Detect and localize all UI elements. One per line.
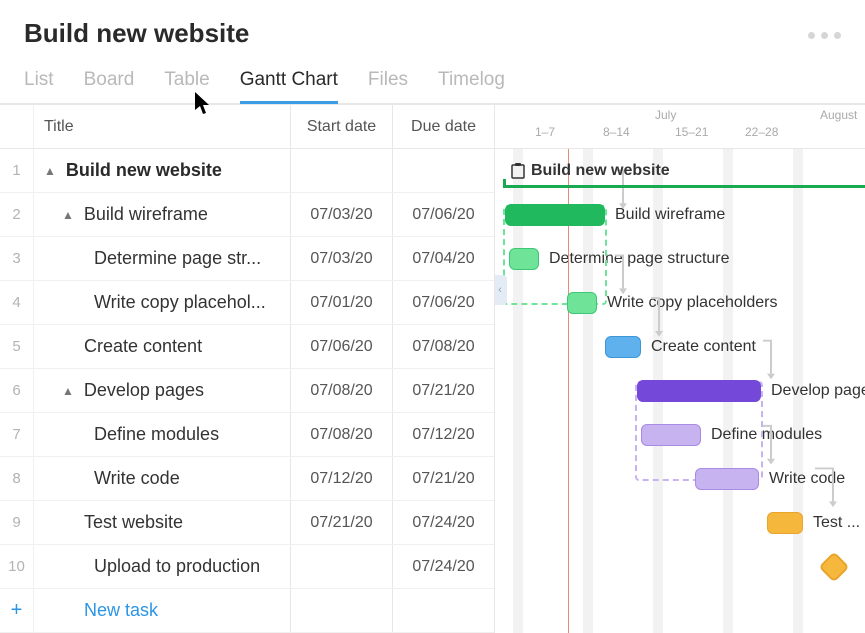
gantt-bar[interactable] (567, 292, 597, 314)
task-title: Define modules (94, 424, 219, 445)
table-row[interactable]: 1 ▲ Build new website (0, 149, 494, 193)
task-table: Title Start date Due date 1 ▲ Build new … (0, 105, 495, 633)
table-row[interactable]: 7 Define modules 07/08/20 07/12/20 (0, 413, 494, 457)
gantt-bar-label: Test ... (813, 514, 860, 532)
timeline-header: July August 1–7 8–14 15–21 22–28 (495, 105, 865, 149)
start-date[interactable] (290, 545, 392, 588)
tab-timelog[interactable]: Timelog (438, 69, 505, 103)
tab-board[interactable]: Board (84, 69, 135, 103)
table-row[interactable]: 8 Write code 07/12/20 07/21/20 (0, 457, 494, 501)
gantt-bar[interactable] (605, 336, 641, 358)
start-date[interactable]: 07/03/20 (290, 237, 392, 280)
column-header-title[interactable]: Title (34, 105, 290, 148)
start-date[interactable]: 07/08/20 (290, 413, 392, 456)
due-date[interactable]: 07/12/20 (392, 413, 494, 456)
gantt-bar[interactable] (695, 468, 759, 490)
task-title: Develop pages (84, 380, 204, 401)
column-header-due[interactable]: Due date (392, 105, 494, 148)
start-date[interactable]: 07/06/20 (290, 325, 392, 368)
chevron-up-icon[interactable]: ▲ (62, 384, 74, 398)
month-label: July (655, 108, 676, 122)
start-date[interactable]: 07/01/20 (290, 281, 392, 324)
table-row[interactable]: 6 ▲ Develop pages 07/08/20 07/21/20 (0, 369, 494, 413)
more-options-button[interactable] (808, 32, 841, 39)
due-date[interactable]: 07/04/20 (392, 237, 494, 280)
gantt-bar[interactable] (509, 248, 539, 270)
row-number: 8 (0, 457, 34, 500)
table-row[interactable]: 9 Test website 07/21/20 07/24/20 (0, 501, 494, 545)
row-number: 9 (0, 501, 34, 544)
task-title: Build new website (66, 160, 222, 181)
start-date[interactable]: 07/12/20 (290, 457, 392, 500)
plus-icon[interactable]: + (0, 589, 34, 632)
gantt-bar[interactable] (767, 512, 803, 534)
chevron-up-icon[interactable]: ▲ (44, 164, 56, 178)
row-number: 2 (0, 193, 34, 236)
gantt-project-header[interactable]: Build new website (503, 160, 865, 182)
table-row[interactable]: 3 Determine page str... 07/03/20 07/04/2… (0, 237, 494, 281)
due-date[interactable]: 07/21/20 (392, 369, 494, 412)
gantt-bar-label: Write copy placeholders (607, 294, 777, 312)
due-date[interactable]: 07/06/20 (392, 281, 494, 324)
row-number: 1 (0, 149, 34, 192)
due-date[interactable]: 07/24/20 (392, 545, 494, 588)
row-number: 10 (0, 545, 34, 588)
task-title: Write copy placehol... (94, 292, 266, 313)
start-date[interactable]: 07/08/20 (290, 369, 392, 412)
due-date[interactable]: 07/24/20 (392, 501, 494, 544)
column-header-start[interactable]: Start date (290, 105, 392, 148)
tab-files[interactable]: Files (368, 69, 408, 103)
gantt-bar[interactable] (641, 424, 701, 446)
task-title: Determine page str... (94, 248, 261, 269)
task-title: Test website (84, 512, 183, 533)
week-label: 1–7 (535, 125, 555, 139)
new-task-label: New task (84, 600, 158, 621)
start-date[interactable]: 07/21/20 (290, 501, 392, 544)
week-label: 22–28 (745, 125, 778, 139)
row-number: 6 (0, 369, 34, 412)
page-title: Build new website (24, 18, 865, 49)
task-title: Write code (94, 468, 180, 489)
gantt-bar-label: Write code (769, 470, 845, 488)
due-date[interactable]: 07/06/20 (392, 193, 494, 236)
due-date[interactable]: 07/21/20 (392, 457, 494, 500)
tab-list[interactable]: List (24, 69, 54, 103)
gantt-bar[interactable] (637, 380, 761, 402)
task-title: Create content (84, 336, 202, 357)
gantt-bar-label: Create content (651, 338, 756, 356)
start-date[interactable]: 07/03/20 (290, 193, 392, 236)
start-date[interactable] (290, 149, 392, 192)
due-date[interactable] (392, 149, 494, 192)
table-row[interactable]: 4 Write copy placehol... 07/01/20 07/06/… (0, 281, 494, 325)
gantt-chart[interactable]: July August 1–7 8–14 15–21 22–28 ‹ (495, 105, 865, 633)
cursor-pointer-icon (195, 92, 211, 116)
week-label: 8–14 (603, 125, 630, 139)
new-task-row[interactable]: + New task (0, 589, 494, 633)
chevron-up-icon[interactable]: ▲ (62, 208, 74, 222)
week-label: 15–21 (675, 125, 708, 139)
row-number: 3 (0, 237, 34, 280)
tab-gantt-chart[interactable]: Gantt Chart (240, 69, 338, 103)
due-date[interactable]: 07/08/20 (392, 325, 494, 368)
gantt-bar-label: Build wireframe (615, 206, 725, 224)
task-title: Upload to production (94, 556, 260, 577)
table-row[interactable]: 10 Upload to production 07/24/20 (0, 545, 494, 589)
gantt-milestone[interactable] (818, 551, 849, 582)
row-number: 7 (0, 413, 34, 456)
gantt-bar[interactable] (505, 204, 605, 226)
collapse-panel-button[interactable]: ‹ (495, 275, 507, 305)
row-number: 4 (0, 281, 34, 324)
gantt-bar-label: Develop pages (771, 382, 865, 400)
row-number: 5 (0, 325, 34, 368)
table-row[interactable]: 2 ▲ Build wireframe 07/03/20 07/06/20 (0, 193, 494, 237)
task-title: Build wireframe (84, 204, 208, 225)
clipboard-icon (511, 163, 525, 179)
table-row[interactable]: 5 Create content 07/06/20 07/08/20 (0, 325, 494, 369)
view-tabs: List Board Table Gantt Chart Files Timel… (0, 49, 865, 104)
month-label: August (820, 108, 857, 122)
